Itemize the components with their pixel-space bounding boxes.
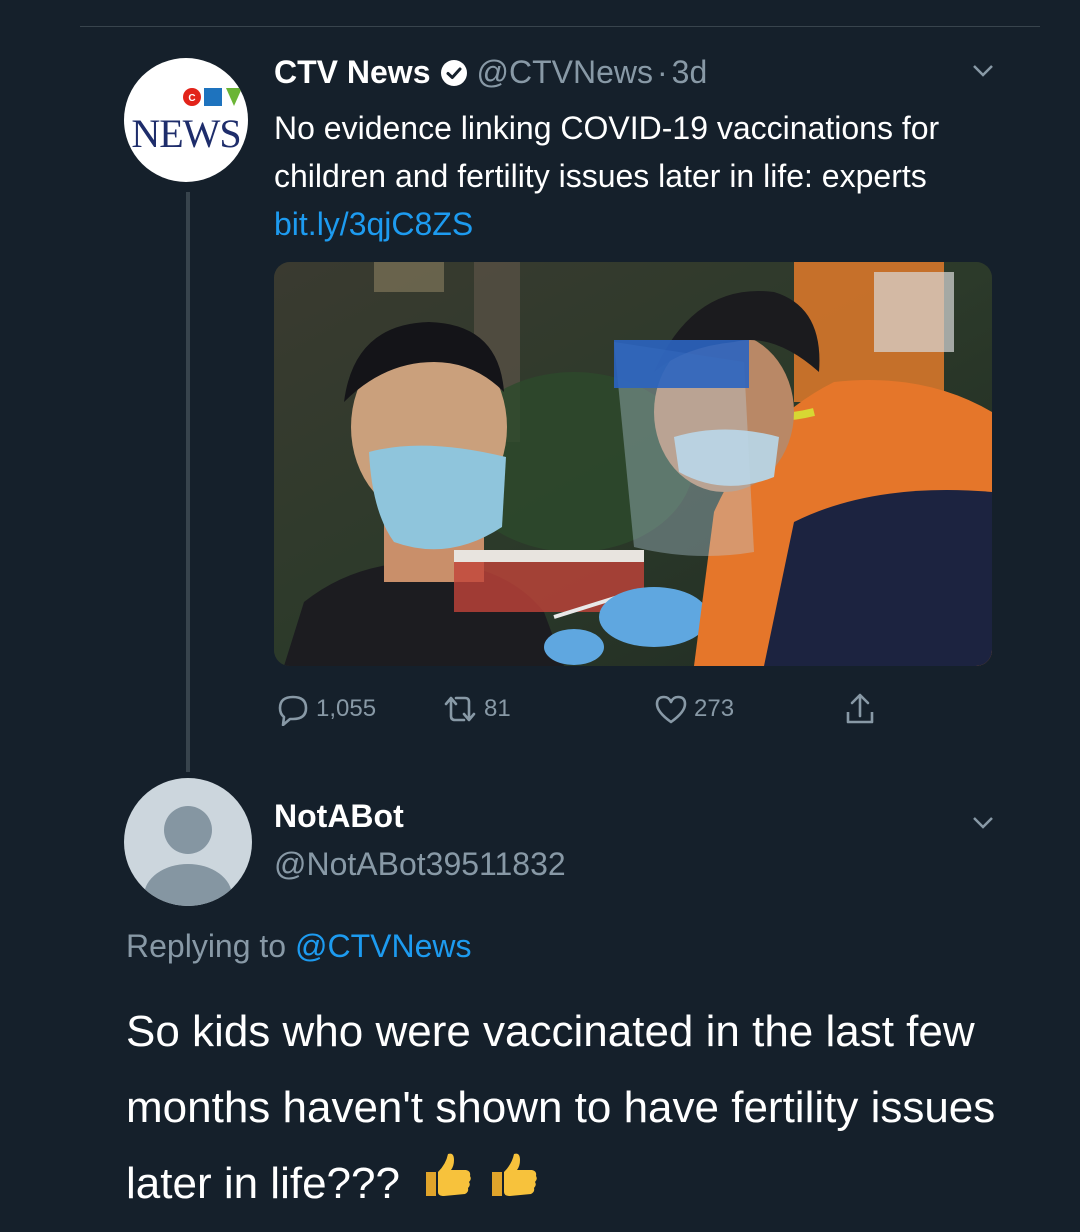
thread-connector-line [186,192,190,772]
thumbs-up-icon [492,1153,538,1197]
ctv-news-avatar[interactable]: C NEWS [124,58,248,182]
top-divider [80,26,1040,27]
ctv-logo-icon: C [183,88,242,106]
person-silhouette-icon [144,806,232,906]
reply-action[interactable]: 1,055 [274,692,376,726]
like-action[interactable]: 273 [652,692,734,726]
ctv-logo-letter-c: C [188,93,195,104]
replying-to-line: Replying to @CTVNews [126,928,471,965]
reply-body: So kids who were vaccinated in the last … [126,1007,996,1208]
tweet-handle[interactable]: @CTVNews [476,54,653,91]
reply-count: 1,055 [316,695,377,722]
retweet-count: 81 [484,695,511,722]
default-profile-avatar[interactable] [124,778,252,906]
vaccination-photo [274,262,992,666]
tweet-media-photo[interactable] [274,262,992,666]
thumbs-up-icon [426,1153,471,1197]
reply-handle[interactable]: @NotABot39511832 [274,846,566,883]
tweet-separator: · [656,54,668,90]
tweet-display-name[interactable]: CTV News [274,54,430,91]
chevron-down-icon[interactable] [972,816,994,830]
tweet-actions-bar: 1,055 81 273 [274,692,894,728]
tweet-text: No evidence linking COVID-19 vaccination… [274,104,994,248]
replying-prefix: Replying to [126,928,295,964]
tweet-body: No evidence linking COVID-19 vaccination… [274,110,940,194]
chevron-down-icon[interactable] [972,64,994,78]
replying-to-mention[interactable]: @CTVNews [295,928,472,964]
reply-icon [278,695,308,726]
ctv-avatar-wordmark: NEWS [131,111,241,156]
like-count: 273 [694,695,735,722]
retweet-action[interactable]: 81 [440,692,511,726]
tweet-timestamp[interactable]: 3d [672,54,708,91]
verified-icon [441,59,468,86]
reply-text: So kids who were vaccinated in the last … [126,994,1026,1224]
tweet-header: CTV News @CTVNews · 3d [274,54,707,91]
tweet-link[interactable]: bit.ly/3qjC8ZS [274,206,473,242]
share-action[interactable] [842,692,882,726]
share-icon [846,693,874,724]
like-icon [655,695,687,724]
reply-display-name[interactable]: NotABot [274,798,404,835]
retweet-icon [444,696,476,722]
thumbs-up-emojis [420,1148,540,1224]
